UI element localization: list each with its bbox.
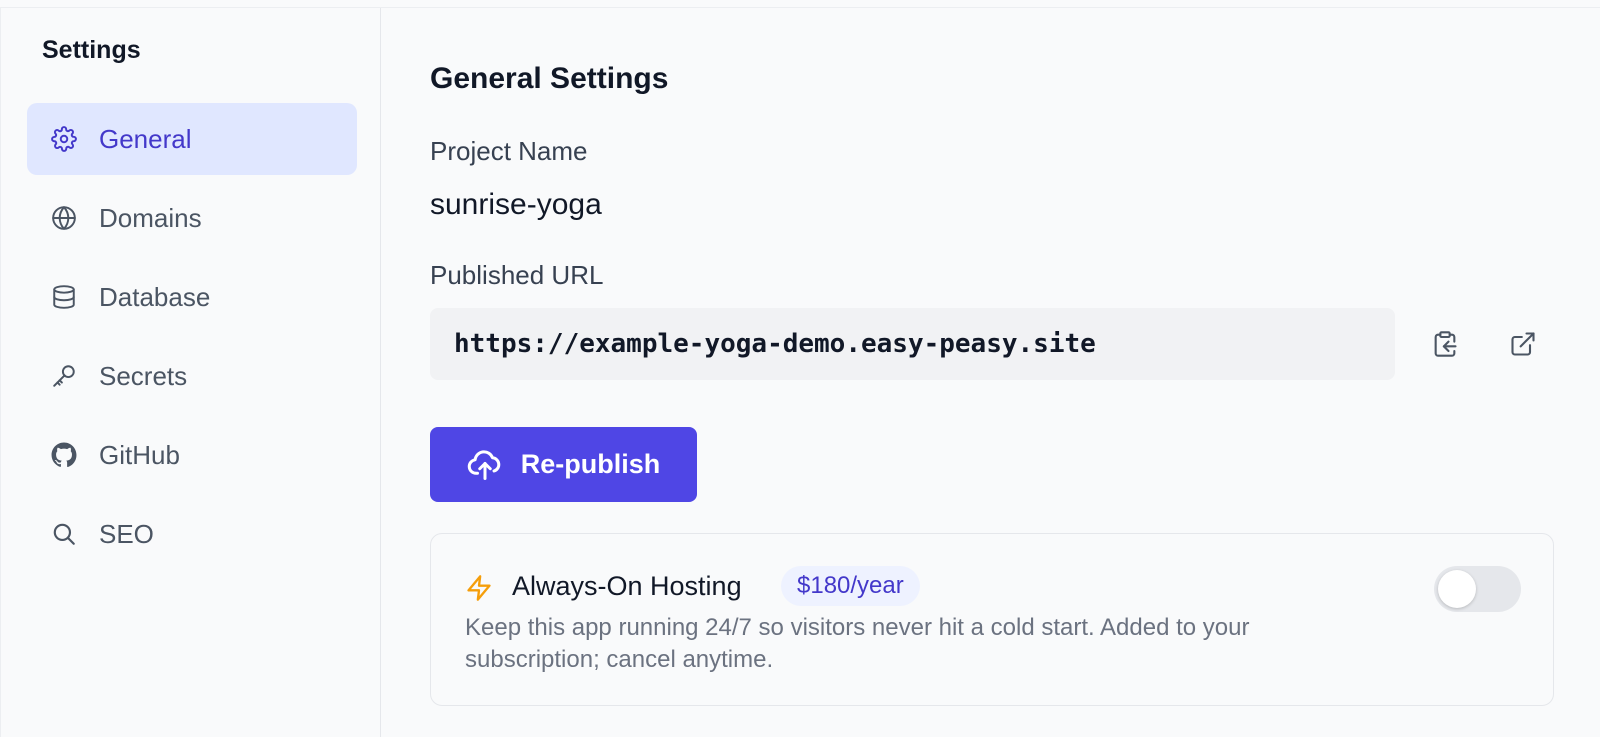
sidebar-item-label: General (99, 123, 192, 154)
lightning-bolt-icon (465, 574, 493, 602)
sidebar-item-domains[interactable]: Domains (27, 182, 357, 254)
sidebar-item-label: Secrets (99, 360, 188, 391)
published-url-label: Published URL (430, 260, 604, 290)
project-name-value: sunrise-yoga (430, 188, 602, 221)
sidebar-item-label: Database (99, 281, 211, 312)
external-link-icon (1509, 330, 1537, 358)
price-badge: $180/year (781, 566, 920, 606)
republish-label: Re-publish (520, 449, 661, 479)
always-on-hosting-card: Always-On Hosting $180/year Keep this ap… (430, 533, 1554, 706)
database-icon (51, 284, 77, 310)
page-title: General Settings (430, 62, 669, 95)
sidebar-item-database[interactable]: Database (27, 261, 357, 333)
always-on-hosting-toggle[interactable] (1434, 566, 1521, 612)
globe-icon (51, 205, 77, 231)
settings-sidebar: Settings General Domains Database Secret… (0, 8, 381, 737)
sidebar-item-secrets[interactable]: Secrets (27, 340, 357, 412)
gear-icon (51, 126, 77, 152)
copy-url-button[interactable] (1429, 328, 1461, 360)
settings-nav: General Domains Database Secrets GitHub … (27, 103, 357, 577)
project-name-label: Project Name (430, 136, 588, 166)
sidebar-item-seo[interactable]: SEO (27, 498, 357, 570)
sidebar-item-label: SEO (99, 518, 154, 549)
top-border (0, 0, 1600, 8)
settings-main: General Settings Project Name sunrise-yo… (430, 8, 1560, 737)
hosting-title: Always-On Hosting (512, 571, 742, 601)
sidebar-title: Settings (42, 36, 141, 64)
toggle-knob (1438, 570, 1476, 608)
github-icon (51, 442, 77, 468)
sidebar-item-label: GitHub (99, 439, 180, 470)
sidebar-item-label: Domains (99, 202, 202, 233)
hosting-description: Keep this app running 24/7 so visitors n… (465, 614, 1250, 673)
published-url-field[interactable]: https://example-yoga-demo.easy-peasy.sit… (430, 308, 1395, 380)
clipboard-copy-icon (1431, 330, 1459, 358)
key-icon (51, 363, 77, 389)
republish-button[interactable]: Re-publish (430, 427, 697, 502)
sidebar-item-github[interactable]: GitHub (27, 419, 357, 491)
cloud-upload-icon (467, 447, 521, 483)
sidebar-item-general[interactable]: General (27, 103, 357, 175)
search-icon (51, 521, 77, 547)
open-url-button[interactable] (1507, 328, 1539, 360)
